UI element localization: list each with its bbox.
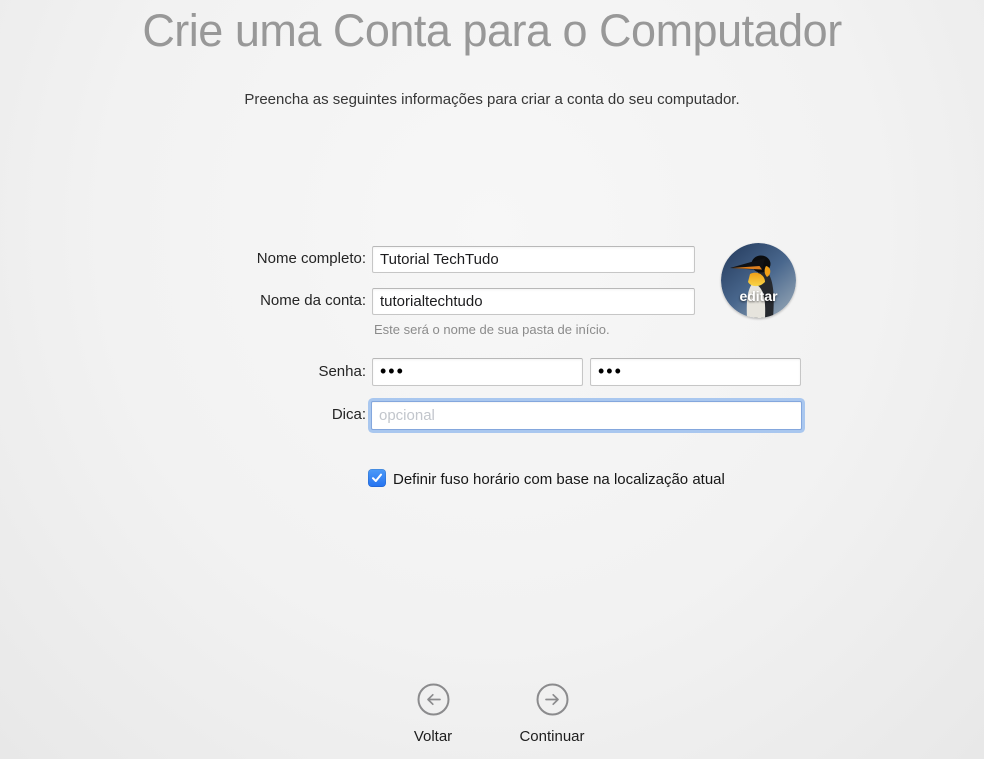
account-name-helper: Este será o nome de sua pasta de início. <box>374 322 610 337</box>
page-subtitle: Preencha as seguintes informações para c… <box>244 91 740 108</box>
account-name-label: Nome da conta: <box>260 292 366 309</box>
hint-input[interactable] <box>371 401 802 430</box>
checkmark-icon <box>370 471 384 490</box>
setup-assistant-screen: Crie uma Conta para o Computador Preench… <box>0 0 984 759</box>
timezone-checkbox-label[interactable]: Definir fuso horário com base na localiz… <box>393 471 725 488</box>
penguin-avatar-image <box>721 243 796 318</box>
hint-label: Dica: <box>331 406 366 423</box>
page-title: Crie uma Conta para o Computador <box>142 5 842 56</box>
password-label: Senha: <box>318 363 366 380</box>
arrow-right-circle-icon <box>482 683 622 717</box>
continue-button-label: Continuar <box>519 728 585 745</box>
password-verify-input[interactable] <box>590 358 801 386</box>
avatar[interactable]: editar <box>721 243 796 318</box>
full-name-label: Nome completo: <box>256 250 366 267</box>
account-name-input[interactable] <box>372 288 695 315</box>
continue-button[interactable]: Continuar <box>482 683 622 745</box>
password-input[interactable] <box>372 358 583 386</box>
timezone-checkbox[interactable] <box>368 469 386 487</box>
full-name-input[interactable] <box>372 246 695 273</box>
